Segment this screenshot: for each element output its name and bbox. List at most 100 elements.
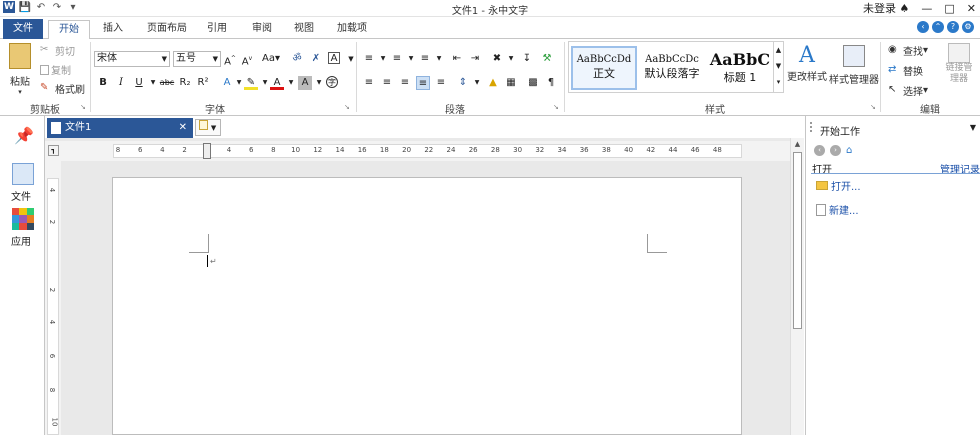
align-right-icon[interactable]: ≡ (398, 76, 412, 90)
back-icon[interactable]: ‹ (917, 21, 929, 33)
apps-nav-label[interactable]: 应用 (11, 233, 31, 248)
show-marks-icon[interactable]: ⚒ (540, 52, 554, 66)
tab-page-layout[interactable]: 页面布局 (147, 20, 187, 39)
chevron-down-icon[interactable]: ▼ (376, 52, 390, 66)
vertical-ruler[interactable]: 4 2 2 4 6 8 10 (45, 160, 61, 435)
cut-button[interactable]: ✂ 剪切 (40, 43, 75, 58)
char-border-icon[interactable]: A (328, 52, 340, 64)
chevron-down-icon[interactable]: ▼ (404, 52, 418, 66)
link-manager-button[interactable]: 链接管理器 (942, 43, 976, 85)
scroll-up-icon[interactable]: ▲ (791, 140, 804, 148)
format-painter-button[interactable]: ✎ 格式刷 (40, 81, 85, 96)
scroll-thumb[interactable] (793, 152, 802, 329)
indent-marker[interactable] (203, 143, 211, 159)
grow-font-button[interactable]: A^ (223, 52, 237, 67)
font-name-combo[interactable]: 宋体 ▼ (94, 51, 170, 67)
style-manager-button[interactable]: 样式管理器 (829, 43, 879, 86)
document-tab[interactable]: 文件1 ✕ (47, 118, 193, 138)
tab-view[interactable]: 视图 (294, 20, 314, 39)
paragraph-launcher-icon[interactable]: ↘ (553, 103, 559, 111)
style-normal[interactable]: AaBbCcDd 正文 (571, 46, 637, 90)
gallery-scroll[interactable]: ▲ ▼ ▾ (773, 42, 783, 92)
open-link[interactable]: 打开... (816, 178, 861, 193)
new-document-button[interactable]: ▼ (195, 119, 221, 136)
minimize-button[interactable]: — (921, 2, 932, 15)
login-status[interactable]: 未登录 ♠ (863, 0, 909, 16)
superscript-button[interactable]: R² (196, 76, 210, 90)
italic-button[interactable]: I (114, 76, 128, 90)
tab-addins[interactable]: 加载项 (337, 20, 367, 39)
numbering-icon[interactable]: ≡ (390, 52, 404, 66)
bold-button[interactable]: B (96, 76, 110, 90)
multilevel-list-icon[interactable]: ≡ (418, 52, 432, 66)
font-color-icon[interactable]: A (270, 76, 284, 90)
tab-references[interactable]: 引用 (207, 20, 227, 39)
maximize-button[interactable]: □ (944, 2, 954, 15)
shading-icon[interactable]: ▲ (486, 76, 500, 90)
styles-launcher-icon[interactable]: ↘ (870, 103, 876, 111)
find-button[interactable]: ◉ 查找 ▾ (888, 43, 928, 58)
collapse-ribbon-icon[interactable]: ⌃ (932, 21, 944, 33)
clipboard-launcher-icon[interactable]: ↘ (80, 103, 86, 111)
bullets-icon[interactable]: ≡ (362, 52, 376, 66)
phonetic-icon[interactable]: ॐ (290, 52, 304, 66)
new-link[interactable]: 新建... (816, 202, 859, 217)
close-button[interactable]: ✕ (967, 2, 976, 15)
subscript-button[interactable]: R₂ (178, 76, 192, 90)
change-case-button[interactable]: Aa▾ (260, 52, 282, 66)
clear-format-icon[interactable]: ✗ (309, 52, 323, 66)
decrease-indent-icon[interactable]: ⇤ (450, 52, 464, 66)
vertical-scrollbar[interactable]: ▲ (790, 138, 804, 435)
home-icon[interactable]: ⌂ (846, 145, 858, 156)
chevron-down-icon[interactable]: ▼ (470, 76, 484, 90)
drag-handle[interactable] (810, 122, 814, 132)
help-icon[interactable]: ? (947, 21, 959, 33)
chevron-down-icon[interactable]: ▼ (312, 76, 326, 90)
highlight-icon[interactable]: ✎ (244, 76, 258, 90)
forward-icon[interactable]: › (830, 145, 841, 156)
apps-nav-icon[interactable] (12, 208, 34, 230)
tab-file[interactable]: 文件 (3, 19, 43, 39)
tab-stop-icon[interactable]: ┓ (48, 145, 59, 156)
style-heading-1[interactable]: AaBbC 标题 1 (707, 46, 773, 90)
align-center-icon[interactable]: ≡ (380, 76, 394, 90)
tab-home[interactable]: 开始 (48, 20, 90, 40)
shrink-font-button[interactable]: Av (240, 52, 254, 67)
file-nav-label[interactable]: 文件 (11, 188, 31, 203)
paste-button[interactable]: 粘贴 ▾ (7, 43, 33, 96)
underline-button[interactable]: U (132, 76, 146, 90)
chevron-down-icon[interactable]: ▼ (284, 76, 298, 90)
sort-icon[interactable]: ↧ (520, 52, 534, 66)
replace-button[interactable]: ⇄ 替换 (888, 63, 923, 78)
pilcrow-icon[interactable]: ¶ (544, 76, 558, 90)
file-nav-icon[interactable] (12, 163, 34, 185)
char-shading-icon[interactable]: A (298, 76, 312, 90)
tab-review[interactable]: 审阅 (252, 20, 272, 39)
strikethrough-button[interactable]: abc (158, 76, 176, 90)
chevron-down-icon[interactable]: ▼ (504, 52, 518, 66)
style-default-para-font[interactable]: AaBbCcDc 默认段落字 (639, 46, 705, 90)
copy-button[interactable]: 复制 (40, 62, 71, 77)
borders-icon[interactable]: ▦ (504, 76, 518, 90)
font-size-combo[interactable]: 五号 ▼ (173, 51, 221, 67)
distribute-icon[interactable]: ≡ (434, 76, 448, 90)
change-styles-button[interactable]: A 更改样式 (787, 43, 827, 83)
paragraph-settings-icon[interactable]: ▩ (526, 76, 540, 90)
align-left-icon[interactable]: ≡ (362, 76, 376, 90)
back-icon[interactable]: ‹ (814, 145, 825, 156)
justify-icon[interactable]: ≡ (416, 76, 430, 90)
line-spacing-icon[interactable]: ⇕ (456, 76, 470, 90)
horizontal-ruler[interactable]: ┓ 86422468101214161820222426283032343638… (45, 141, 790, 161)
settings-icon[interactable]: ⚙ (962, 21, 974, 33)
task-pane-menu-icon[interactable]: ▼ (970, 123, 976, 132)
chevron-down-icon[interactable]: ▼ (432, 52, 446, 66)
document-page[interactable]: ↵ (112, 177, 742, 435)
enclose-char-icon[interactable]: 字 (326, 76, 338, 88)
select-button[interactable]: ↖ 选择 ▾ (888, 83, 928, 98)
increase-indent-icon[interactable]: ⇥ (468, 52, 482, 66)
chinese-layout-icon[interactable]: ✖ (490, 52, 504, 66)
tab-insert[interactable]: 插入 (103, 20, 123, 39)
close-tab-icon[interactable]: ✕ (179, 118, 187, 138)
font-launcher-icon[interactable]: ↘ (344, 103, 350, 111)
pin-icon[interactable]: 📌 (14, 126, 34, 145)
